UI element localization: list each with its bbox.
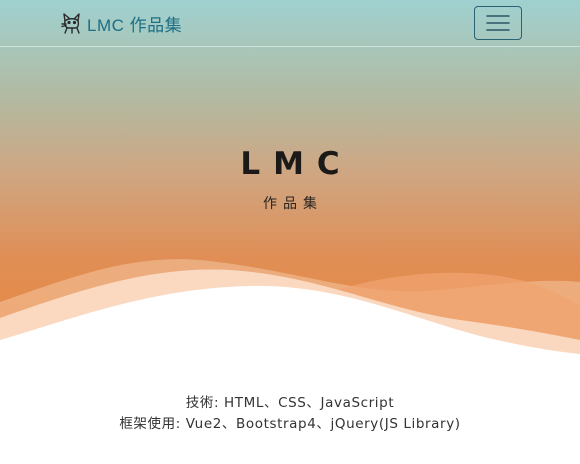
wave-decoration — [0, 259, 580, 370]
hero-subtitle: 作品集 — [263, 196, 323, 212]
menu-toggle-button[interactable] — [474, 6, 522, 40]
framework-line: 框架使用: Vue2、Bootstrap4、jQuery(JS Library) — [119, 416, 461, 432]
cat-logo-icon — [61, 13, 80, 34]
navbar: LMC 作品集 — [0, 0, 580, 47]
brand-text: LMC 作品集 — [87, 15, 183, 35]
hero-title: LMC — [240, 146, 353, 182]
brand-link[interactable]: LMC 作品集 — [60, 10, 182, 36]
tech-line: 技術: HTML、CSS、JavaScript — [185, 395, 395, 411]
hamburger-menu-icon — [486, 15, 510, 31]
tech-info: 技術: HTML、CSS、JavaScript 框架使用: Vue2、Boots… — [0, 393, 580, 435]
